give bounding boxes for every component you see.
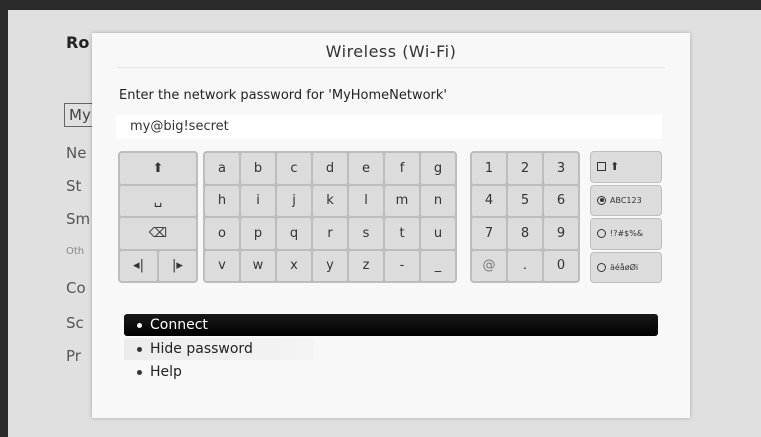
key-b[interactable]: b [241,153,275,184]
shift-key[interactable]: ⬆ [120,153,196,184]
key-w[interactable]: w [241,250,275,281]
cursor-left-key[interactable]: ◂| [120,250,157,281]
key-5[interactable]: 5 [508,185,542,216]
key-q[interactable]: q [277,218,311,249]
key-7[interactable]: 7 [472,218,506,249]
connect-label: Connect [150,317,208,333]
radio-icon [597,229,606,239]
dialog-title: Wireless (Wi-Fi) [325,42,457,61]
key-9[interactable]: 9 [544,218,578,249]
key-o[interactable]: o [205,218,239,249]
key-n[interactable]: n [421,185,455,216]
key-period[interactable]: . [508,250,542,281]
keyboard-mode-options: ⬆ ABC123 !?#$%& äéåøØi [590,151,662,283]
cursor-left-icon: ◂| [133,258,144,274]
checkbox-icon [597,162,606,172]
mode-abc123-radio[interactable]: ABC123 [590,184,662,216]
key-e[interactable]: e [349,153,383,184]
letter-keys: a b c d e f g h i j k l m n o p q r s t u v w x y z - _ [203,151,457,283]
space-key[interactable]: ␣ [120,185,196,216]
mode-abc123-label: ABC123 [610,195,642,205]
bullet-icon [137,346,142,352]
key-0[interactable]: 0 [544,250,578,281]
key-r[interactable]: r [313,218,347,249]
key-4[interactable]: 4 [472,185,506,216]
backspace-key[interactable]: ⌫ [120,218,196,249]
background-item: Pr [66,347,81,365]
background-item: Sm [66,210,91,228]
key-p[interactable]: p [241,218,275,249]
key-i[interactable]: i [241,185,275,216]
radio-selected-icon [597,195,606,205]
background-item: Ne [66,144,87,162]
key-t[interactable]: t [385,218,419,249]
help-button[interactable]: Help [124,361,182,383]
key-f[interactable]: f [385,153,419,184]
key-j[interactable]: j [277,185,311,216]
key-y[interactable]: y [313,250,347,281]
help-label: Help [150,364,182,380]
background-item: Oth [66,246,85,257]
background-item: St [66,177,82,195]
space-icon: ␣ [153,193,163,209]
cursor-right-icon: |▸ [172,258,183,274]
key-c[interactable]: c [277,153,311,184]
key-m[interactable]: m [385,185,419,216]
mode-symbols-label: !?#$%& [610,229,644,239]
key-underscore[interactable]: _ [421,250,455,281]
wifi-password-dialog: Wireless (Wi-Fi) Enter the network passw… [92,33,690,418]
password-input[interactable]: my@big!secret [116,115,662,139]
cursor-right-key[interactable]: |▸ [159,250,196,281]
background-item: Co [66,279,86,297]
backspace-icon: ⌫ [148,225,168,241]
mode-accents-label: äéåøØi [610,262,639,272]
caps-lock-toggle[interactable]: ⬆ [590,151,662,183]
key-u[interactable]: u [421,218,455,249]
key-d[interactable]: d [313,153,347,184]
password-value: my@big!secret [130,119,229,134]
key-a[interactable]: a [205,153,239,184]
hide-password-label: Hide password [150,341,253,357]
mode-accents-radio[interactable]: äéåøØi [590,251,662,283]
key-6[interactable]: 6 [544,185,578,216]
key-x[interactable]: x [277,250,311,281]
bullet-icon [137,369,142,375]
hide-password-button[interactable]: Hide password [124,338,314,360]
key-at[interactable]: @ [472,250,506,281]
connect-button[interactable]: Connect [124,314,658,336]
key-v[interactable]: v [205,250,239,281]
background-item: Sc [66,314,84,332]
key-3[interactable]: 3 [544,153,578,184]
number-keys: 1 2 3 4 5 6 7 8 9 @. 0 [470,151,580,283]
key-k[interactable]: k [313,185,347,216]
radio-icon [597,262,606,272]
key-z[interactable]: z [349,250,383,281]
bullet-icon [137,322,142,328]
key-dash[interactable]: - [385,250,419,281]
key-h[interactable]: h [205,185,239,216]
mode-symbols-radio[interactable]: !?#$%& [590,218,662,250]
key-8[interactable]: 8 [508,218,542,249]
caps-icon: ⬆ [610,160,620,174]
key-2[interactable]: 2 [508,153,542,184]
background-title: Ro [66,33,90,52]
control-keys: ⬆ ␣ ⌫ ◂| |▸ [118,151,198,283]
title-divider [117,67,665,68]
key-g[interactable]: g [421,153,455,184]
key-l[interactable]: l [349,185,383,216]
key-s[interactable]: s [349,218,383,249]
shift-icon: ⬆ [152,160,164,176]
password-prompt: Enter the network password for 'MyHomeNe… [119,88,448,103]
key-1[interactable]: 1 [472,153,506,184]
